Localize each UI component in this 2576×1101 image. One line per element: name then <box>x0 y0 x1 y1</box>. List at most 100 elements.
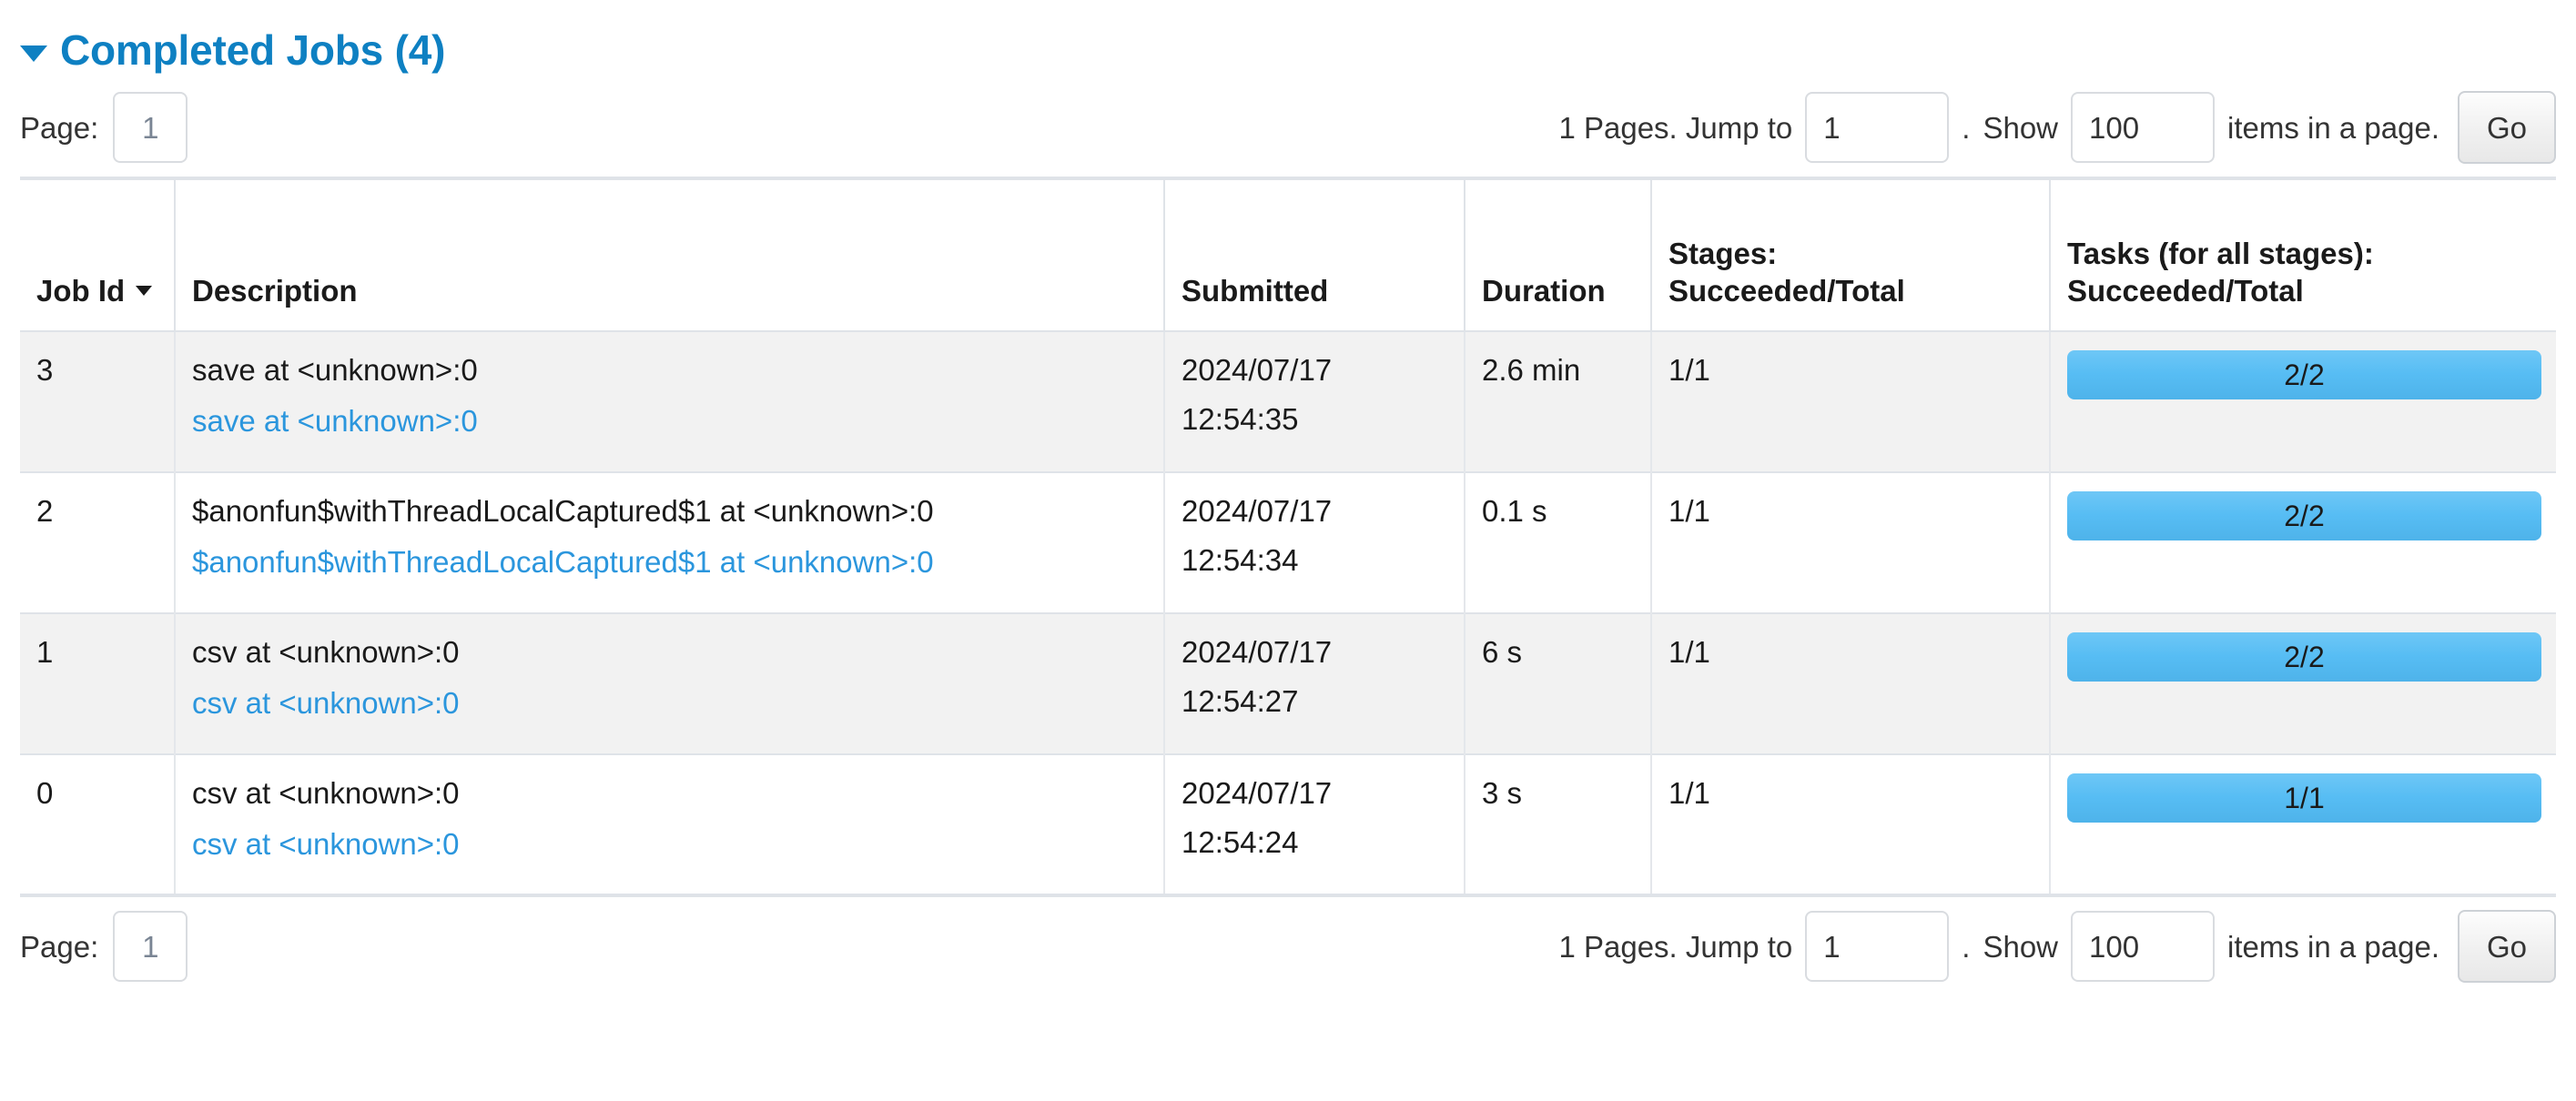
jump-to-page-input-top[interactable]: 1 <box>1805 92 1950 163</box>
cell-job-id: 2 <box>20 471 176 613</box>
job-description-link[interactable]: csv at <unknown>:0 <box>192 683 1149 723</box>
completed-jobs-header[interactable]: Completed Jobs (4) <box>0 0 2576 78</box>
cell-description: save at <unknown>:0 save at <unknown>:0 <box>174 330 1165 472</box>
column-header-tasks[interactable]: Tasks (for all stages): Succeeded/Total <box>2049 178 2556 331</box>
column-header-job-id[interactable]: Job Id <box>20 178 176 331</box>
table-head: Job Id Description Submitted Duration St… <box>20 178 2556 331</box>
cell-tasks: 2/2 <box>2049 330 2556 472</box>
show-label-bottom: Show <box>1983 929 2059 964</box>
tasks-progress-bar: 2/2 <box>2067 491 2541 540</box>
column-header-stages-line1: Stages: <box>1668 237 1778 271</box>
column-header-submitted-label: Submitted <box>1182 274 1329 308</box>
sort-descending-icon[interactable] <box>136 285 153 296</box>
cell-duration: 3 s <box>1464 753 1652 895</box>
tasks-progress-label: 2/2 <box>2284 500 2325 532</box>
tasks-progress-label: 2/2 <box>2284 641 2325 673</box>
submitted-date: 2024/07/17 <box>1182 494 1333 528</box>
cell-stages: 1/1 <box>1650 471 2051 613</box>
cell-submitted: 2024/07/17 12:54:34 <box>1163 471 1465 613</box>
cell-submitted: 2024/07/17 12:54:27 <box>1163 612 1465 754</box>
job-description-link[interactable]: csv at <unknown>:0 <box>192 824 1149 864</box>
table-header-row: Job Id Description Submitted Duration St… <box>20 178 2556 331</box>
completed-jobs-table: Job Id Description Submitted Duration St… <box>20 177 2556 897</box>
cell-tasks: 2/2 <box>2049 471 2556 613</box>
submitted-time: 12:54:34 <box>1182 542 1299 577</box>
current-page-indicator-top[interactable]: 1 <box>113 92 188 163</box>
jump-separator-bottom: . <box>1962 929 1971 964</box>
caret-down-icon[interactable] <box>20 45 47 62</box>
job-description-text: csv at <unknown>:0 <box>192 635 460 669</box>
job-description-text: $anonfun$withThreadLocalCaptured$1 at <u… <box>192 494 934 528</box>
table-row: 0 csv at <unknown>:0 csv at <unknown>:0 202… <box>20 753 2556 895</box>
submitted-time: 12:54:35 <box>1182 401 1299 436</box>
cell-description: csv at <unknown>:0 csv at <unknown>:0 <box>174 753 1165 895</box>
page-title: Completed Jobs (4) <box>60 26 446 74</box>
column-header-duration[interactable]: Duration <box>1464 178 1652 331</box>
cell-duration: 0.1 s <box>1464 471 1652 613</box>
submitted-date: 2024/07/17 <box>1182 635 1333 669</box>
jump-separator-top: . <box>1962 110 1971 145</box>
items-per-page-input-bottom[interactable]: 100 <box>2071 911 2216 982</box>
submitted-date: 2024/07/17 <box>1182 353 1333 387</box>
submitted-date: 2024/07/17 <box>1182 776 1333 810</box>
items-suffix-top: items in a page. <box>2227 110 2439 145</box>
cell-submitted: 2024/07/17 12:54:35 <box>1163 330 1465 472</box>
tasks-progress-bar: 1/1 <box>2067 773 2541 823</box>
submitted-time: 12:54:24 <box>1182 824 1299 859</box>
cell-job-id: 3 <box>20 330 176 472</box>
tasks-progress-bar: 2/2 <box>2067 350 2541 399</box>
go-button-bottom[interactable]: Go <box>2458 910 2556 983</box>
table-body: 3 save at <unknown>:0 save at <unknown>:0 2… <box>20 330 2556 895</box>
cell-description: $anonfun$withThreadLocalCaptured$1 at <u… <box>174 471 1165 613</box>
column-header-submitted[interactable]: Submitted <box>1163 178 1465 331</box>
column-header-stages-line2: Succeeded/Total <box>1668 274 1905 308</box>
items-suffix-bottom: items in a page. <box>2227 929 2439 964</box>
cell-stages: 1/1 <box>1650 330 2051 472</box>
column-header-description[interactable]: Description <box>174 178 1165 331</box>
tasks-progress-label: 2/2 <box>2284 359 2325 391</box>
page-label-bottom: Page: <box>20 929 99 964</box>
pagination-bar-bottom: Page: 1 1 Pages. Jump to 1 . Show 100 it… <box>0 897 2576 995</box>
cell-duration: 6 s <box>1464 612 1652 754</box>
column-header-duration-label: Duration <box>1482 274 1606 308</box>
tasks-progress-bar: 2/2 <box>2067 632 2541 682</box>
cell-duration: 2.6 min <box>1464 330 1652 472</box>
column-header-tasks-line2: Succeeded/Total <box>2067 274 2304 308</box>
cell-description: csv at <unknown>:0 csv at <unknown>:0 <box>174 612 1165 754</box>
submitted-time: 12:54:27 <box>1182 683 1299 718</box>
pagination-left-bottom: Page: 1 <box>20 911 188 982</box>
pagination-right-bottom: 1 Pages. Jump to 1 . Show 100 items in a… <box>1558 910 2556 983</box>
table-row: 2 $anonfun$withThreadLocalCaptured$1 at <… <box>20 471 2556 613</box>
cell-tasks: 2/2 <box>2049 612 2556 754</box>
job-description-link[interactable]: $anonfun$withThreadLocalCaptured$1 at <u… <box>192 542 1149 582</box>
pagination-left-top: Page: 1 <box>20 92 188 163</box>
pages-jump-label-top: 1 Pages. Jump to <box>1558 110 1793 145</box>
pagination-right-top: 1 Pages. Jump to 1 . Show 100 items in a… <box>1558 91 2556 164</box>
column-header-tasks-line1: Tasks (for all stages): <box>2067 237 2374 271</box>
job-description-link[interactable]: save at <unknown>:0 <box>192 401 1149 441</box>
go-button-top[interactable]: Go <box>2458 91 2556 164</box>
job-description-text: save at <unknown>:0 <box>192 353 478 387</box>
jump-to-page-input-bottom[interactable]: 1 <box>1805 911 1950 982</box>
cell-tasks: 1/1 <box>2049 753 2556 895</box>
table-row: 1 csv at <unknown>:0 csv at <unknown>:0 202… <box>20 612 2556 754</box>
show-label-top: Show <box>1983 110 2059 145</box>
items-per-page-input-top[interactable]: 100 <box>2071 92 2216 163</box>
cell-stages: 1/1 <box>1650 753 2051 895</box>
cell-job-id: 0 <box>20 753 176 895</box>
column-header-stages[interactable]: Stages: Succeeded/Total <box>1650 178 2051 331</box>
job-description-text: csv at <unknown>:0 <box>192 776 460 810</box>
cell-submitted: 2024/07/17 12:54:24 <box>1163 753 1465 895</box>
column-header-description-label: Description <box>192 274 358 308</box>
pages-jump-label-bottom: 1 Pages. Jump to <box>1558 929 1793 964</box>
cell-job-id: 1 <box>20 612 176 754</box>
current-page-indicator-bottom[interactable]: 1 <box>113 911 188 982</box>
cell-stages: 1/1 <box>1650 612 2051 754</box>
completed-jobs-page: Completed Jobs (4) Page: 1 1 Pages. Jump… <box>0 0 2576 1101</box>
pagination-bar-top: Page: 1 1 Pages. Jump to 1 . Show 100 it… <box>0 78 2576 177</box>
tasks-progress-label: 1/1 <box>2284 782 2325 814</box>
column-header-job-id-label: Job Id <box>36 274 126 308</box>
page-label-top: Page: <box>20 110 99 145</box>
table-row: 3 save at <unknown>:0 save at <unknown>:0 2… <box>20 330 2556 472</box>
jobs-table-wrapper: Job Id Description Submitted Duration St… <box>0 177 2576 897</box>
